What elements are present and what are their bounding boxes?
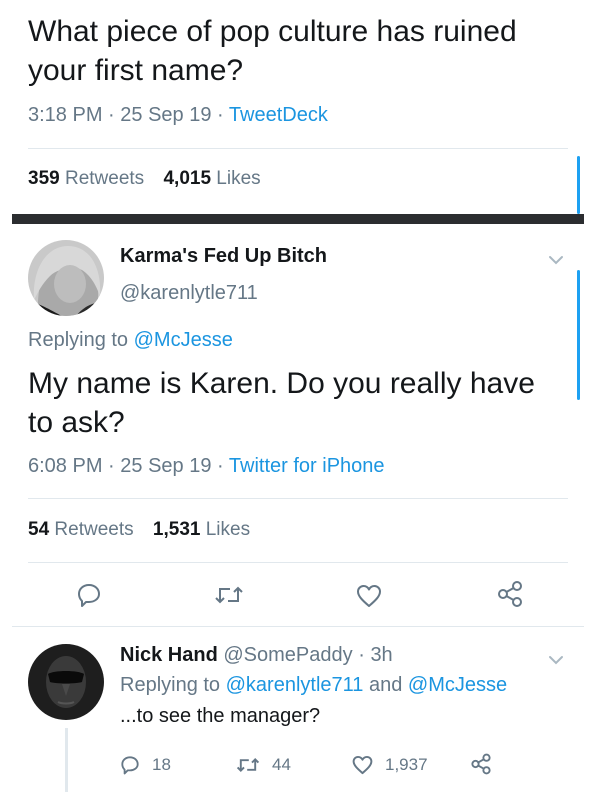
tweet-3-share-button[interactable]	[470, 753, 492, 775]
tweet-2-display-name[interactable]: Karma's Fed Up Bitch	[120, 245, 327, 268]
replying-to-link-2[interactable]: @McJesse	[408, 674, 507, 696]
meta-separator: ·	[108, 104, 115, 126]
tweet-2-date: 25 Sep 19	[120, 455, 212, 477]
replying-to-link-1[interactable]: @karenlytle711	[226, 674, 364, 696]
scroll-indicator	[577, 270, 580, 400]
meta-separator: ·	[217, 104, 224, 126]
tweet-3-handle[interactable]: @SomePaddy	[223, 644, 352, 666]
replying-prefix: Replying to	[120, 674, 221, 696]
likes-label: Likes	[205, 519, 251, 540]
section-separator	[12, 214, 584, 224]
reply-icon	[121, 756, 139, 775]
tweet-2-source-link[interactable]: Twitter for iPhone	[229, 455, 385, 477]
meta-separator: ·	[108, 455, 115, 477]
tweet-3-reply-button[interactable]: 18	[120, 755, 171, 775]
tweet-3-age[interactable]: 3h	[370, 644, 392, 666]
tweet-2-retweets-link[interactable]: 54 Retweets	[28, 519, 139, 540]
meta-separator: ·	[358, 644, 365, 666]
tweet-2-handle[interactable]: @karenlytle711	[120, 282, 258, 305]
tweet-1-time: 3:18 PM	[28, 104, 103, 126]
like-button[interactable]	[356, 584, 382, 608]
avatar-nick-hand[interactable]	[28, 644, 104, 720]
tweet-3-vertical-thread-line	[65, 728, 68, 792]
divider	[28, 498, 568, 499]
tweet-3-replying-to: Replying to @karenlytle711 and @McJesse	[120, 674, 507, 697]
share-icon	[498, 581, 522, 607]
tweet-1-meta: 3:18 PM · 25 Sep 19 · TweetDeck	[28, 104, 328, 127]
tweet-3-retweet-button[interactable]: 44	[236, 755, 291, 775]
tweet-3-like-button[interactable]: 1,937	[352, 755, 428, 775]
likes-count: 1,531	[152, 519, 201, 540]
tweet-3-menu-button[interactable]	[548, 652, 564, 670]
retweet-icon	[215, 586, 243, 604]
retweet-count: 44	[272, 755, 291, 774]
share-button[interactable]	[496, 580, 524, 608]
tweet-3-text: ...to see the manager?	[120, 705, 321, 727]
share-icon	[471, 753, 491, 775]
likes-label: Likes	[216, 168, 261, 189]
tweet-1-likes-link[interactable]: 4,015 Likes	[163, 168, 260, 189]
replying-prefix: Replying to	[28, 329, 129, 351]
chevron-down-icon	[549, 656, 563, 665]
tweet-3-display-name[interactable]: Nick Hand	[120, 644, 218, 666]
replying-and: and	[368, 674, 403, 696]
retweets-label: Retweets	[64, 168, 145, 189]
divider	[28, 562, 568, 563]
retweets-label: Retweets	[54, 519, 134, 540]
likes-count: 4,015	[163, 168, 212, 189]
replying-to-link[interactable]: @McJesse	[134, 329, 233, 351]
tweet-3-header: Nick Hand @SomePaddy · 3h	[120, 644, 393, 667]
avatar-karma[interactable]	[28, 240, 104, 316]
chevron-down-icon	[549, 256, 563, 265]
like-icon	[357, 585, 381, 607]
tweet-2-time: 6:08 PM	[28, 455, 103, 477]
tweet-1-retweets-link[interactable]: 359 Retweets	[28, 168, 149, 189]
tweet-1-stats: 359 Retweets 4,015 Likes	[28, 168, 261, 190]
tweet-2-likes-link[interactable]: 1,531 Likes	[153, 519, 250, 540]
reply-button[interactable]	[76, 582, 102, 608]
scroll-indicator	[577, 156, 580, 214]
avatar-image	[28, 644, 104, 720]
tweet-2-menu-button[interactable]	[548, 252, 564, 270]
tweet-2-text: My name is Karen. Do you really have to …	[28, 367, 535, 439]
tweet-2-stats: 54 Retweets 1,531 Likes	[28, 519, 250, 541]
divider	[12, 626, 584, 627]
tweet-2-meta: 6:08 PM · 25 Sep 19 · Twitter for iPhone	[28, 455, 385, 478]
tweet-1-text: What piece of pop culture has ruined you…	[28, 15, 517, 87]
tweet-1-source-link[interactable]: TweetDeck	[229, 104, 328, 126]
like-count: 1,937	[385, 755, 428, 774]
tweet-1-date: 25 Sep 19	[120, 104, 212, 126]
avatar-image	[28, 240, 104, 316]
retweets-count: 54	[28, 519, 50, 540]
retweets-count: 359	[28, 168, 60, 189]
like-icon	[352, 755, 373, 775]
reply-count: 18	[152, 755, 171, 774]
divider	[28, 148, 568, 149]
meta-separator: ·	[217, 455, 224, 477]
reply-icon	[78, 584, 100, 607]
retweet-icon	[236, 758, 260, 772]
retweet-button[interactable]	[214, 584, 244, 606]
tweet-2-replying-to: Replying to @McJesse	[28, 329, 233, 352]
